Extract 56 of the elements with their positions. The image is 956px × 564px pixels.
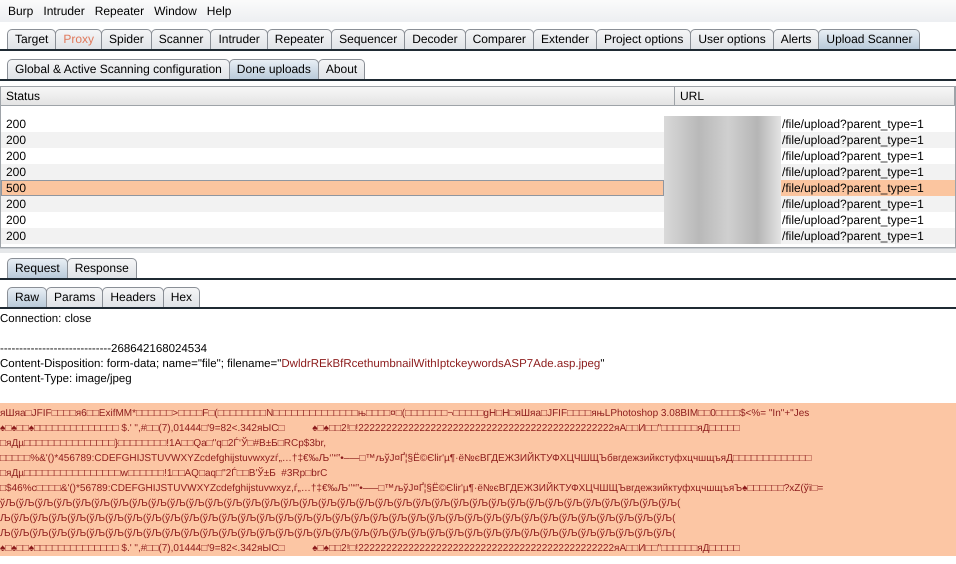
view-tab[interactable]: Raw — [7, 287, 48, 307]
main-tab[interactable]: Comparer — [464, 29, 534, 49]
view-tab[interactable]: Params — [46, 287, 104, 307]
request-line: -----------------------------268642168024534 — [0, 343, 207, 355]
status-cell: 500 — [1, 180, 664, 196]
status-cell-text: 200 — [5, 132, 28, 148]
sub-tab[interactable]: Global & Active Scanning configuration — [7, 59, 230, 79]
url-cell: /file/upload?parent_type=1 — [781, 197, 924, 211]
menu-item[interactable]: Help — [206, 4, 232, 18]
url-cell: /file/upload?parent_type=1 — [781, 133, 924, 147]
menu-item[interactable]: Intruder — [43, 4, 85, 18]
main-tab[interactable]: Decoder — [404, 29, 466, 49]
column-header[interactable]: URL — [675, 87, 955, 105]
status-cell-text: 200 — [5, 148, 28, 164]
status-cell-text: 200 — [5, 116, 28, 132]
status-cell-text: 200 — [5, 212, 28, 228]
main-tab[interactable]: Extender — [532, 29, 597, 49]
url-cell: /file/upload?parent_type=1 — [781, 117, 924, 131]
main-tab[interactable]: Scanner — [150, 29, 212, 49]
table-row[interactable]: 200 /file/upload?parent_type=1 — [1, 132, 955, 148]
view-tab[interactable]: Hex — [162, 287, 200, 307]
main-tab[interactable]: User options — [690, 29, 774, 49]
main-tab[interactable]: Project options — [596, 29, 692, 49]
split-handle[interactable] — [0, 248, 956, 253]
view-tab[interactable]: Headers — [102, 287, 164, 307]
url-cell: /file/upload?parent_type=1 — [781, 213, 924, 227]
message-tab[interactable]: Request — [7, 258, 68, 278]
url-cell: /file/upload?parent_type=1 — [781, 181, 924, 195]
main-tab[interactable]: Sequencer — [331, 29, 406, 49]
request-line: Content-Type: image/jpeg — [0, 373, 132, 385]
request-line: Connection: close — [0, 313, 92, 325]
binary-content: яШяа□JFIF□□□□я6□□ExifMM*□□□□□□>□□□□F□(□□□□□□□□N□□□□□□□□□□□□□□њ□□□□¤□(□□□□□□□¬□□□□□gH□H□яШяа□JFIF□□□□яњLPhotoshop 3.08BIM□□0□□□□$<%= "In"+"Jes ♠□♠□□♠□□□□□□□□□□□□□□ $.' ",#□□(7),01444□'9=82<.342яЫC□ ♠□♠□□2!□!2222222222222222222222222222222222222222222222яА□□И□□"□□□□□□яД□□□□□ □яДµ□□□□□□□□□□□□□□□}□□□□□□□□!1A□□Qa□"q□2Ѓ‘Ў□#B±Б□RCp$3br, □□□□□%&'()*456789:CDEFGHIJSTUVWXYZcdefghijstuvwxyzѓ„…†‡€‰Љ‘’“”•–—□™љўЈ¤Ґ¦§Ё©Єlir'µ¶·ё№єВГДЕЖЗИЙКТУФХЦЧШЩЪбвгдежзийкстуфхцчшщъяД□□□□□□□□□□□□□ □яДµ□□□□□□□□□□□□□□□□w□□□□□□!1□□AQ□aq□"2Ѓ□□B'Ў±Б #3Rp□brC □$46%c□□□□&'()*56789:CDEFGHIJSTUVWXYZcdefghijstuvwxyz,ѓ„…†‡€‰Љ‘’“”•–—□™љўЈ¤Ґ¦§Ё©Єlir'µ¶·ё№єВГДЕЖЗИЙКТУФХЦЧШЩЪвгдежзийктуфхцчшщъяЪ♠□□□□□□?xZ(ўї□= ўЉ(ўЉ(ўЉ(ўЉ(ўЉ(ўЉ(ўЉ(ўЉ(ўЉ(ўЉ(ўЉ(ўЉ(ўЉ(ўЉ(ўЉ(ўЉ(ўЉ(ўЉ(ўЉ(ўЉ(ўЉ(ўЉ(ўЉ(ўЉ(ўЉ(ўЉ(ўЉ(ўЉ(ўЉ(ўЉ(ўЉ(ўЉ(ўЉ(ўЉ(ўЉ(ўЉ( Љ(ўЉ(ўЉ(ўЉ(ўЉ(ўЉ(ўЉ(ўЉ(ўЉ(ўЉ(ўЉ(ўЉ(ўЉ(ўЉ(ўЉ(ўЉ(ўЉ(ўЉ(ўЉ(ўЉ(ўЉ(ўЉ(ўЉ(ўЉ(ўЉ(ўЉ(ўЉ(ўЉ(ўЉ(ўЉ(ўЉ(ўЉ(ўЉ(ўЉ(ўЉ(ўЉ( Љ(ўЉ(ўЉ(ўЉ(ўЉ(ўЉ(ўЉ(ўЉ(ўЉ(ўЉ(ўЉ(ўЉ(ўЉ(ўЉ(ўЉ(ўЉ(ўЉ(ўЉ(ўЉ(ўЉ(ўЉ(ўЉ(ўЉ(ўЉ(ўЉ(ўЉ(ўЉ(ўЉ(ўЉ(ўЉ(ўЉ(ўЉ(ўЉ(ўЉ(ўЉ(ўЉ( ♠□♠□□♠□□□□□□□□□□□□□□ $.' ",#□□(7),01444□'9=82<.342яЫC□ ♠□♠□□2!□!2222222222222222222222222222222222222222222222яА□□И□□"□□□□□□яД□□□□□ — [0, 403, 956, 556]
status-cell-text: 200 — [5, 228, 28, 244]
request-line: Content-Disposition: form-data; name="file"; filename="DwldrREkBfRcethumbnailWithIptckeywordsASP7Ade.asp.jpeg" — [0, 357, 606, 372]
column-header[interactable]: Status — [1, 87, 675, 105]
sub-tab[interactable]: About — [318, 59, 366, 79]
url-cell: /file/upload?parent_type=1 — [781, 165, 924, 179]
main-tab[interactable]: Upload Scanner — [818, 29, 920, 49]
main-tab[interactable]: Spider — [101, 29, 152, 49]
table-row[interactable]: 200 /file/upload?parent_type=1 — [1, 196, 955, 212]
table-row[interactable]: 500 /file/upload?parent_type=1 — [1, 180, 955, 196]
url-cell: /file/upload?parent_type=1 — [781, 229, 924, 243]
menu-item[interactable]: Window — [154, 4, 197, 18]
status-cell-text: 200 — [5, 196, 28, 212]
table-row[interactable]: 200 /file/upload?parent_type=1 — [1, 164, 955, 180]
menu-item[interactable]: Repeater — [94, 4, 144, 18]
sub-tab[interactable]: Done uploads — [228, 59, 319, 79]
main-tab[interactable]: Target — [7, 29, 56, 49]
table-row[interactable]: 200 /file/upload?parent_type=1 — [1, 228, 955, 244]
main-tab[interactable]: Repeater — [266, 29, 332, 49]
url-cell: /file/upload?parent_type=1 — [781, 149, 924, 163]
main-tab[interactable]: Intruder — [210, 29, 268, 49]
menu-item[interactable]: Burp — [8, 4, 34, 18]
status-cell-text: 200 — [5, 164, 28, 180]
main-tab[interactable]: Alerts — [772, 29, 820, 49]
message-tab[interactable]: Response — [66, 258, 137, 278]
